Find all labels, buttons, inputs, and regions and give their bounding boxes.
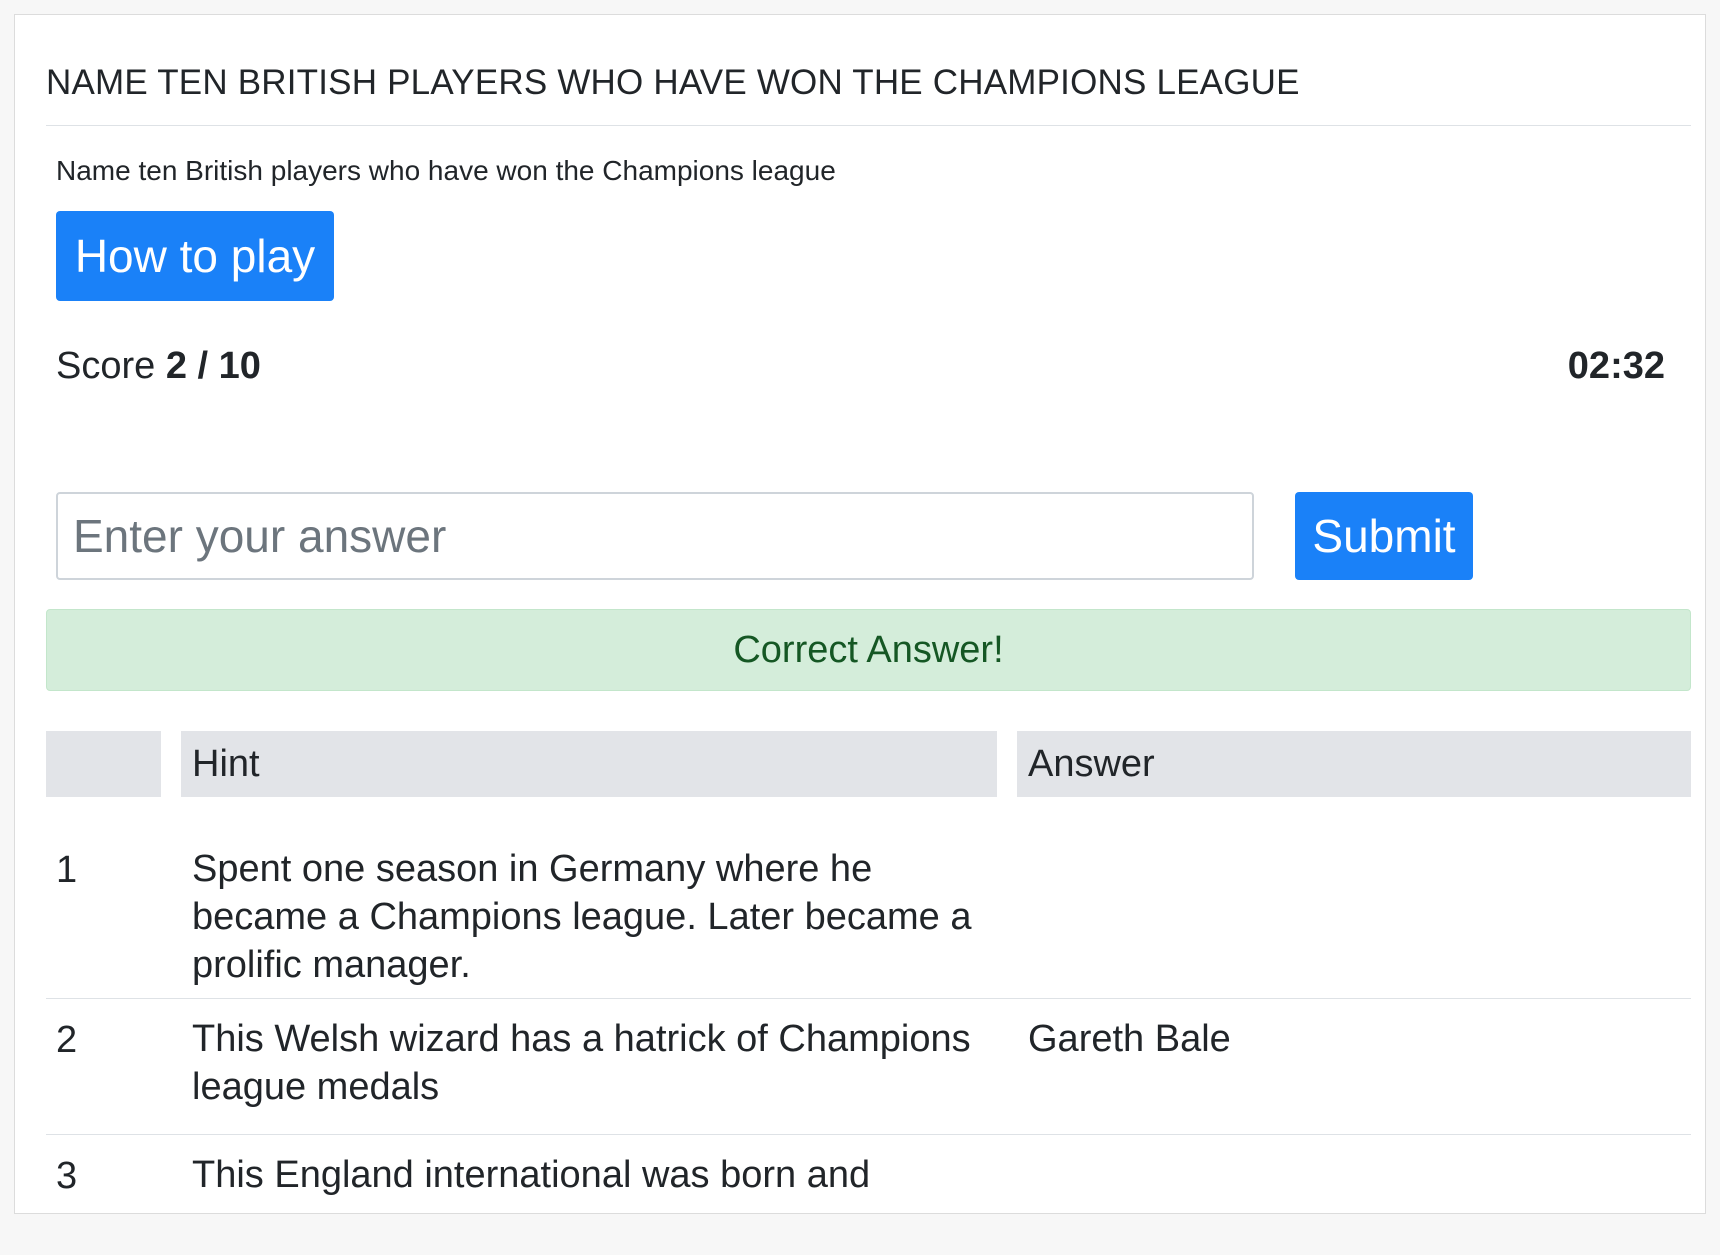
score-display: Score 2 / 10: [56, 345, 261, 388]
countdown-timer: 02:32: [1567, 345, 1665, 387]
column-header-hint: Hint: [181, 731, 997, 797]
title-divider: [46, 125, 1691, 126]
answer-input[interactable]: [56, 492, 1254, 580]
column-header-answer: Answer: [1017, 731, 1691, 797]
page-title: NAME TEN BRITISH PLAYERS WHO HAVE WON TH…: [46, 63, 1300, 102]
row-hint: This England international was born and: [192, 1154, 871, 1196]
score-value: 2 / 10: [165, 345, 261, 387]
row-number: 3: [56, 1155, 78, 1197]
row-answer: Gareth Bale: [1028, 1018, 1231, 1060]
score-label: Score: [56, 345, 156, 387]
row-hint: Spent one season in Germany where he bec…: [192, 848, 972, 986]
row-number: 2: [56, 1019, 78, 1061]
column-header-number: [46, 731, 161, 797]
table-row: 1 Spent one season in Germany where he b…: [46, 829, 1691, 999]
table-row: 3 This England international was born an…: [46, 1135, 1691, 1255]
how-to-play-button[interactable]: How to play: [56, 211, 334, 301]
row-number: 1: [56, 849, 78, 891]
feedback-alert: Correct Answer!: [46, 609, 1691, 691]
quiz-description: Name ten British players who have won th…: [56, 155, 836, 186]
submit-button[interactable]: Submit: [1295, 492, 1473, 580]
row-hint: This Welsh wizard has a hatrick of Champ…: [192, 1018, 971, 1108]
quiz-card: NAME TEN BRITISH PLAYERS WHO HAVE WON TH…: [14, 14, 1706, 1214]
table-row: 2 This Welsh wizard has a hatrick of Cha…: [46, 999, 1691, 1135]
